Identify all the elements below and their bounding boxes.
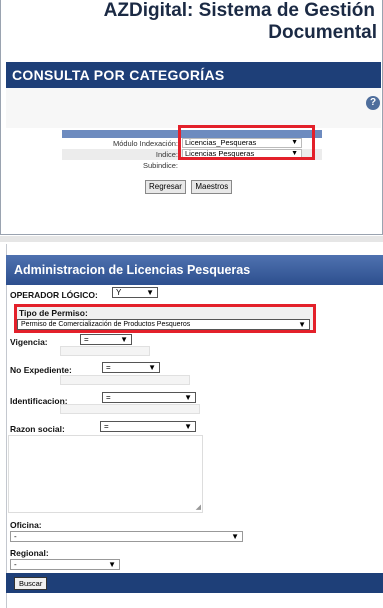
help-icon[interactable]: ?: [366, 96, 380, 110]
operator-value: Y: [116, 288, 122, 297]
separator: [0, 236, 383, 242]
expediente-label: No Expediente:: [10, 365, 72, 375]
identificacion-input[interactable]: [60, 404, 200, 414]
identificacion-op: =: [106, 393, 111, 402]
identificacion-label: Identificacion:: [10, 396, 68, 406]
section-title: Administracion de Licencias Pesqueras: [6, 255, 383, 285]
operator-label: OPERADOR LÓGICO:: [10, 290, 98, 300]
footer-bar: [6, 573, 383, 593]
razon-op: =: [104, 422, 109, 431]
resize-handle-icon[interactable]: ◢: [196, 504, 201, 511]
search-button[interactable]: Buscar: [14, 577, 48, 590]
vigencia-operator[interactable]: = ▼: [80, 334, 132, 345]
razon-textarea[interactable]: ◢: [8, 435, 203, 513]
modulo-label: Módulo Indexación:: [112, 139, 178, 148]
masters-button[interactable]: Maestros: [191, 180, 233, 194]
chevron-down-icon: ▼: [184, 393, 192, 402]
row-subindice: Subindice:: [62, 160, 322, 171]
indice-label: Indice:: [155, 150, 178, 159]
operator-select[interactable]: Y ▼: [112, 287, 158, 298]
expediente-input[interactable]: [60, 375, 190, 385]
oficina-value: -: [14, 532, 17, 541]
expediente-operator[interactable]: = ▼: [102, 362, 160, 373]
app-title: AZDigital: Sistema de Gestión Documental: [0, 0, 377, 44]
chevron-down-icon: ▼: [120, 335, 128, 344]
app-title-line1: AZDigital: Sistema de Gestión: [103, 0, 375, 21]
chevron-down-icon: ▼: [108, 560, 116, 569]
expediente-op: =: [106, 363, 111, 372]
vigencia-label: Vigencia:: [10, 337, 48, 347]
back-button[interactable]: Regresar: [145, 180, 186, 194]
razon-label: Razon social:: [10, 424, 65, 434]
chevron-down-icon: ▼: [231, 532, 239, 541]
highlight-box: [178, 125, 315, 160]
oficina-label: Oficina:: [10, 520, 42, 530]
chevron-down-icon: ▼: [184, 422, 192, 431]
panel-buttons: Regresar Maestros: [145, 180, 233, 194]
regional-label: Regional:: [10, 548, 49, 558]
chevron-down-icon: ▼: [146, 288, 154, 297]
razon-operator[interactable]: = ▼: [100, 421, 196, 432]
app-title-line2: Documental: [268, 22, 377, 43]
regional-select[interactable]: - ▼: [10, 559, 120, 570]
title-subbar: [6, 88, 381, 128]
oficina-select[interactable]: - ▼: [10, 531, 243, 542]
vigencia-op: =: [84, 335, 89, 344]
chevron-down-icon: ▼: [148, 363, 156, 372]
subindice-label: Subindice:: [142, 161, 178, 170]
regional-value: -: [14, 560, 17, 569]
vigencia-input[interactable]: [60, 346, 150, 356]
identificacion-operator[interactable]: = ▼: [102, 392, 196, 403]
highlight-box-tipo: [14, 304, 316, 333]
page-title: CONSULTA POR CATEGORÍAS: [6, 62, 381, 88]
